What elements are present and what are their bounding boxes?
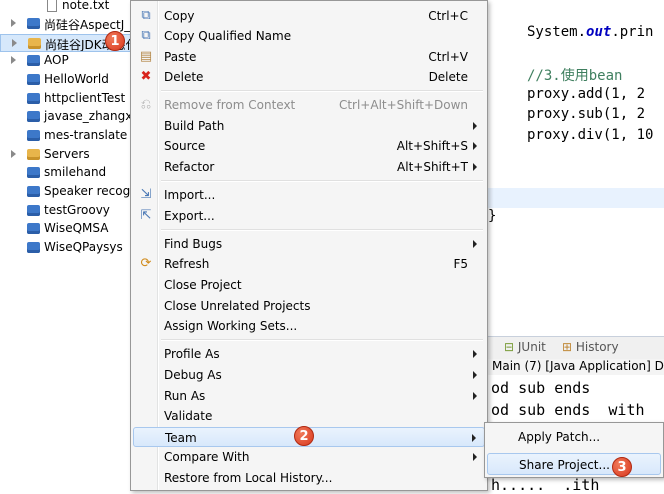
menu-separator xyxy=(161,339,483,341)
project-icon xyxy=(27,74,40,85)
console-output-line: od sub ends with xyxy=(491,401,645,419)
junit-icon: ⊟ xyxy=(504,340,515,354)
menu-item-copy[interactable]: ⧉ Copy Ctrl+C xyxy=(133,6,485,26)
refresh-icon: ⟳ xyxy=(140,256,152,271)
folder-icon xyxy=(27,149,40,160)
copy-icon: ⧉ xyxy=(141,8,151,23)
expand-arrow-icon[interactable] xyxy=(11,150,16,158)
tree-item-javase-zhangxx[interactable]: javase_zhangxx xyxy=(0,108,135,126)
current-line-highlight xyxy=(488,188,664,208)
menu-item-refactor[interactable]: Refactor Alt+Shift+T xyxy=(133,157,485,177)
menu-item-refresh[interactable]: ⟳ Refresh F5 xyxy=(133,254,485,274)
menu-item-compare-with[interactable]: Compare With xyxy=(133,447,485,467)
context-menu: ⧉ Copy Ctrl+C ⧉ Copy Qualified Name ▤ Pa… xyxy=(130,0,488,491)
tree-item-helloworld[interactable]: HelloWorld xyxy=(0,71,135,89)
project-icon xyxy=(27,93,40,104)
tree-item-wiseqpaysys[interactable]: WiseQPaysys xyxy=(0,239,135,257)
menu-item-validate[interactable]: Validate xyxy=(133,406,485,426)
code-comment: //3.使用bean xyxy=(527,68,623,84)
menu-item-export[interactable]: ⇱ Export... xyxy=(133,206,485,226)
tree-item-note-txt[interactable]: note.txt xyxy=(0,0,135,15)
export-icon: ⇱ xyxy=(140,208,152,223)
menu-item-build-path[interactable]: Build Path xyxy=(133,116,485,136)
menu-item-restore-local-history[interactable]: Restore from Local History... xyxy=(133,468,485,488)
code-line: proxy.sub(1, 2 xyxy=(527,106,646,122)
menu-item-debug-as[interactable]: Debug As xyxy=(133,365,485,385)
callout-step-2: 2 xyxy=(294,426,314,446)
code-editor[interactable] xyxy=(488,0,664,325)
tree-item-mes-translate[interactable]: mes-translate xyxy=(0,127,135,145)
text-file-icon xyxy=(47,0,57,12)
menu-item-close-project[interactable]: Close Project xyxy=(133,275,485,295)
remove-context-icon: ⎌ xyxy=(140,97,152,112)
submenu-arrow-icon xyxy=(472,434,476,442)
project-icon xyxy=(27,223,40,234)
menu-separator xyxy=(161,90,483,92)
project-icon xyxy=(27,205,40,216)
project-icon xyxy=(27,186,40,197)
code-line: System.out.prin xyxy=(527,24,654,40)
submenu-arrow-icon xyxy=(473,392,477,400)
tree-item-wiseqmsa[interactable]: WiseQMSA xyxy=(0,220,135,238)
paste-icon: ▤ xyxy=(139,49,153,64)
submenu-arrow-icon xyxy=(473,122,477,130)
project-explorer: note.txt 尚硅谷AspectJ_基 尚硅谷JDK动态代 AOP Hell… xyxy=(0,0,135,491)
menu-item-find-bugs[interactable]: Find Bugs xyxy=(133,234,485,254)
menu-separator xyxy=(161,229,483,231)
menu-item-delete[interactable]: ✖ Delete Delete xyxy=(133,67,485,87)
menu-separator xyxy=(161,180,483,182)
expand-arrow-icon[interactable] xyxy=(11,56,16,64)
tree-item-smilehand[interactable]: smilehand xyxy=(0,164,135,182)
menu-item-run-as[interactable]: Run As xyxy=(133,386,485,406)
tree-item-testgroovy[interactable]: testGroovy xyxy=(0,202,135,220)
tree-item-aop[interactable]: AOP xyxy=(0,52,135,70)
console-output-line: h..... .ith xyxy=(491,476,600,494)
history-icon: ⊞ xyxy=(562,340,573,354)
import-icon: ⇲ xyxy=(140,187,152,202)
submenu-arrow-icon xyxy=(473,350,477,358)
code-line: proxy.add(1, 2 xyxy=(527,86,646,102)
submenu-arrow-icon xyxy=(473,240,477,248)
code-brace: } xyxy=(488,208,497,224)
tab-junit[interactable]: ⊟ JUnit xyxy=(504,340,546,354)
submenu-arrow-icon xyxy=(473,453,477,461)
project-icon xyxy=(27,167,40,178)
expand-arrow-icon[interactable] xyxy=(11,19,16,27)
menu-item-share-project[interactable]: Share Project... xyxy=(487,453,661,475)
menu-item-profile-as[interactable]: Profile As xyxy=(133,344,485,364)
callout-step-1: 1 xyxy=(105,31,125,51)
code-line: proxy.div(1, 10 xyxy=(527,127,654,143)
delete-icon: ✖ xyxy=(140,69,152,84)
menu-item-import[interactable]: ⇲ Import... xyxy=(133,185,485,205)
expand-arrow-icon[interactable] xyxy=(12,39,17,47)
tree-item-httpclienttest[interactable]: httpclientTest xyxy=(0,90,135,108)
submenu-arrow-icon xyxy=(473,163,477,171)
project-icon xyxy=(27,111,40,122)
submenu-arrow-icon xyxy=(473,371,477,379)
project-icon xyxy=(27,55,40,66)
team-submenu: Apply Patch... Share Project... xyxy=(484,422,664,478)
console-title: Main (7) [Java Application] D:\S xyxy=(488,359,664,375)
console-tab-bar: ⊟ JUnit ⊞ History xyxy=(488,336,664,359)
menu-item-paste[interactable]: ▤ Paste Ctrl+V xyxy=(133,47,485,67)
menu-item-apply-patch[interactable]: Apply Patch... xyxy=(487,426,661,448)
project-icon xyxy=(28,38,41,49)
callout-step-3: 3 xyxy=(612,457,632,477)
menu-item-remove-from-context[interactable]: ⎌ Remove from Context Ctrl+Alt+Shift+Dow… xyxy=(133,95,485,115)
tab-history[interactable]: ⊞ History xyxy=(562,340,619,354)
submenu-arrow-icon xyxy=(473,142,477,150)
tree-item-servers[interactable]: Servers xyxy=(0,146,135,164)
project-icon xyxy=(27,242,40,253)
tree-item-speaker-recogn[interactable]: Speaker recogn xyxy=(0,183,135,201)
menu-item-copy-qualified-name[interactable]: ⧉ Copy Qualified Name xyxy=(133,26,485,46)
project-icon xyxy=(27,130,40,141)
copy-qualified-icon: ⧉ xyxy=(141,28,151,43)
menu-item-assign-working-sets[interactable]: Assign Working Sets... xyxy=(133,316,485,336)
project-icon xyxy=(27,18,40,29)
menu-item-close-unrelated-projects[interactable]: Close Unrelated Projects xyxy=(133,296,485,316)
menu-item-source[interactable]: Source Alt+Shift+S xyxy=(133,136,485,156)
console-output-line: od sub ends xyxy=(491,379,591,397)
